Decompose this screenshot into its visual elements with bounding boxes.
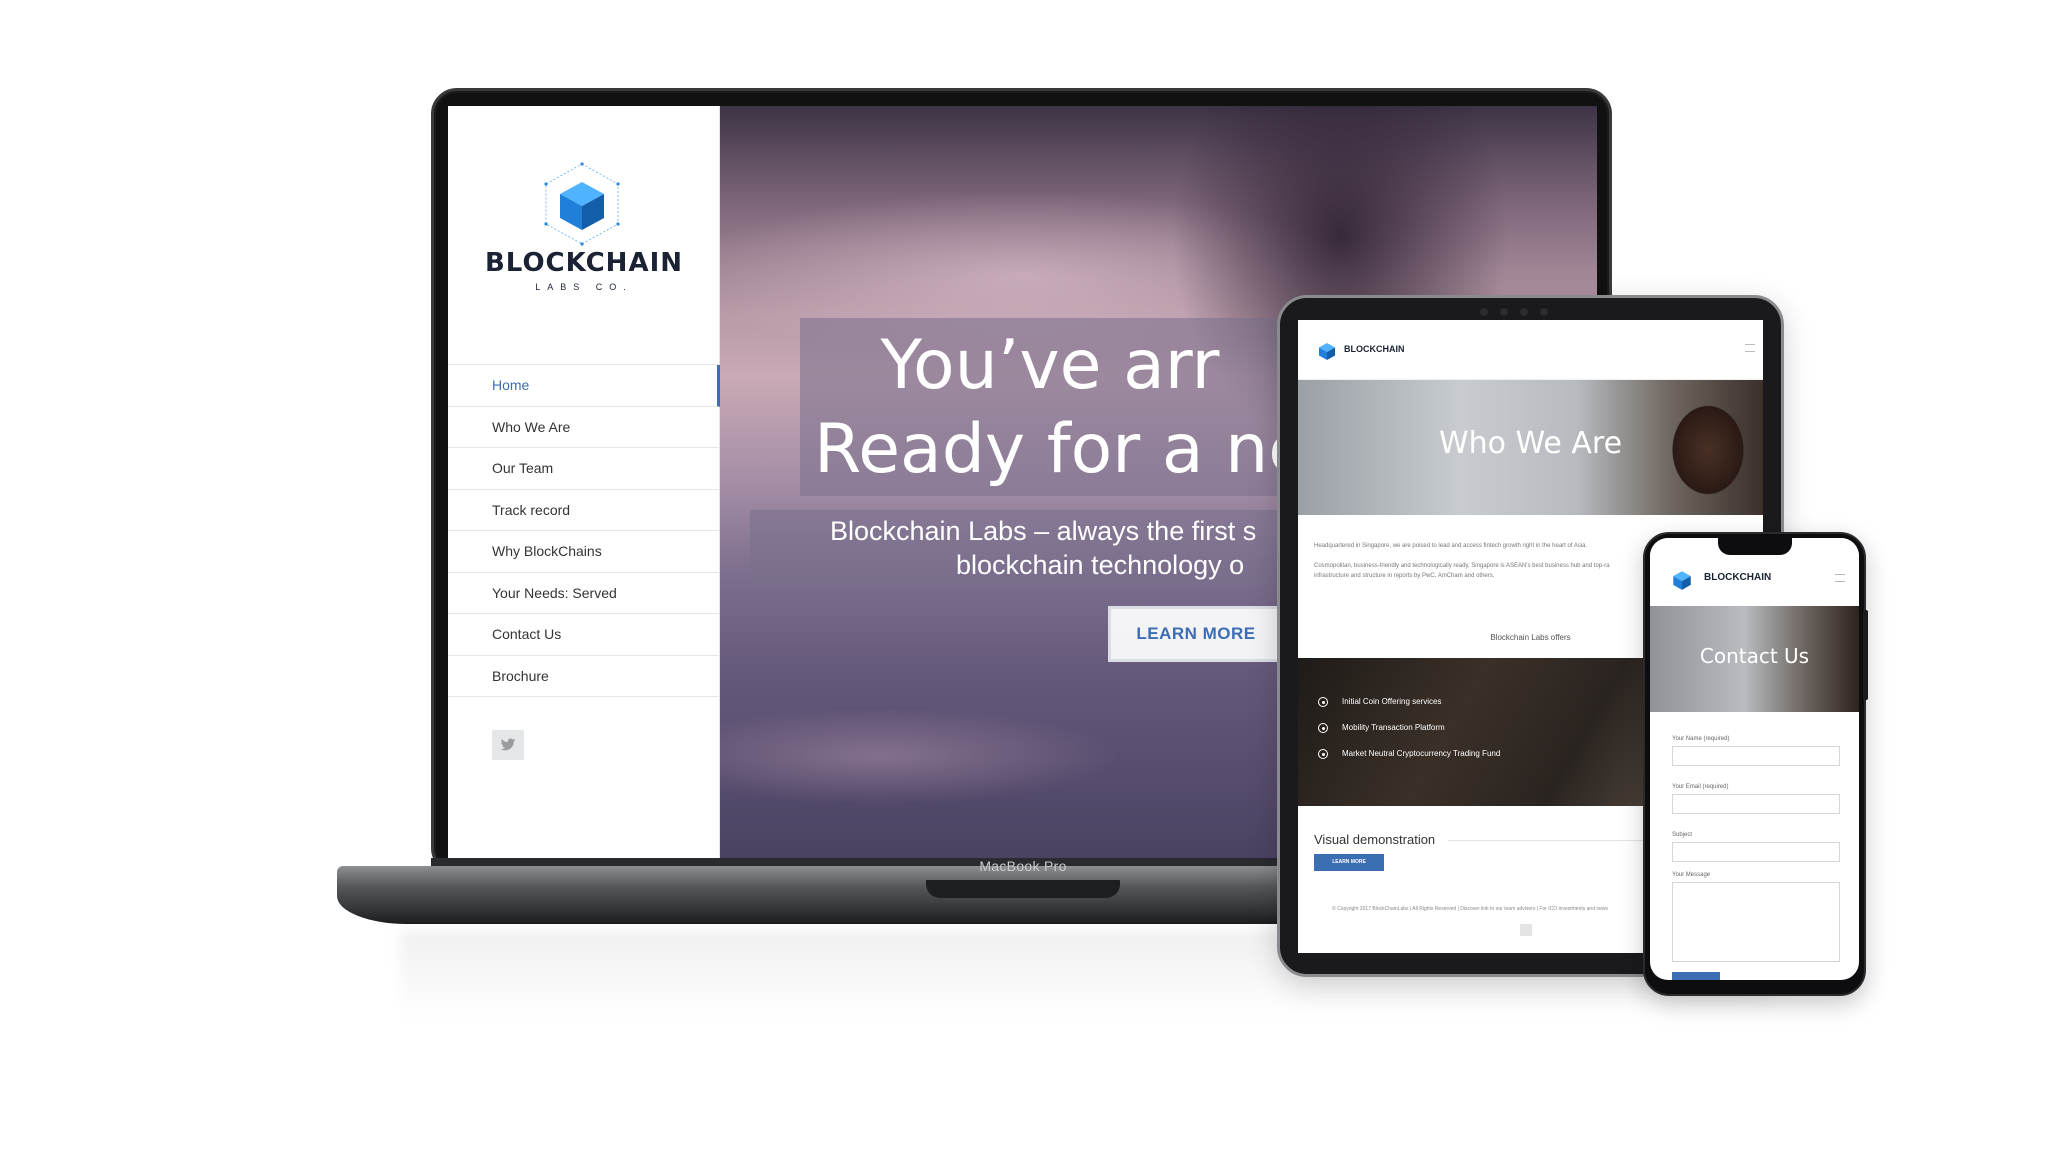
twitter-button[interactable]	[492, 730, 524, 760]
offer-label: Mobility Transaction Platform	[1342, 723, 1445, 732]
email-input[interactable]	[1672, 794, 1840, 814]
blockchain-logo-icon[interactable]	[1316, 340, 1338, 362]
phone-screen: BLOCKCHAIN Contact Us Your Name (require…	[1650, 538, 1859, 980]
nav-item-our-team[interactable]: Our Team	[448, 448, 720, 490]
subheadline-box: Blockchain Labs – always the first s blo…	[750, 510, 1310, 584]
tablet-hero: Who We Are	[1298, 380, 1763, 515]
visual-demo-heading: Visual demonstration	[1314, 832, 1436, 847]
headline-box: You’ve arr Ready for a ne	[800, 318, 1310, 496]
tablet-hero-title: Who We Are	[1438, 426, 1623, 461]
phone-logo-text: BLOCKCHAIN	[1704, 572, 1772, 583]
nav-item-your-needs[interactable]: Your Needs: Served	[448, 573, 720, 614]
laptop-trackpad-notch	[926, 880, 1120, 898]
subject-input[interactable]	[1672, 842, 1840, 862]
tablet-learn-more-button[interactable]: LEARN MORE	[1314, 854, 1384, 871]
nav-item-home[interactable]: Home	[448, 365, 720, 407]
nav-item-why-blockchains[interactable]: Why BlockChains	[448, 531, 720, 573]
tablet-header: BLOCKCHAIN	[1298, 320, 1763, 380]
nav-item-contact-us[interactable]: Contact Us	[448, 614, 720, 656]
check-circle-icon	[1318, 723, 1328, 733]
subject-label: Subject	[1672, 832, 1693, 838]
check-circle-icon	[1318, 697, 1328, 707]
logo-subtitle: LABS CO.	[535, 282, 633, 292]
blockchain-logo-icon[interactable]	[1670, 568, 1694, 592]
hamburger-menu-icon[interactable]	[1745, 344, 1755, 352]
offer-label: Market Neutral Cryptocurrency Trading Fu…	[1342, 749, 1501, 758]
send-button[interactable]	[1672, 972, 1720, 980]
logo-title: BLOCKCHAIN	[484, 248, 684, 278]
sidebar: BLOCKCHAIN LABS CO. Home Who We Are Our …	[448, 106, 720, 858]
tablet-logo-text: BLOCKCHAIN	[1344, 344, 1405, 354]
phone-hero: Contact Us	[1650, 606, 1859, 712]
offer-item: Mobility Transaction Platform	[1318, 720, 1445, 736]
hamburger-menu-icon[interactable]	[1835, 574, 1845, 582]
message-textarea[interactable]	[1672, 882, 1840, 962]
phone-notch	[1718, 537, 1792, 555]
check-circle-icon	[1318, 749, 1328, 759]
offer-item: Market Neutral Cryptocurrency Trading Fu…	[1318, 746, 1500, 762]
name-input[interactable]	[1672, 746, 1840, 766]
learn-more-button[interactable]: LEARN MORE	[1108, 606, 1284, 662]
hero-headline-line2: Ready for a ne	[814, 410, 1311, 489]
sidebar-nav: Home Who We Are Our Team Track record Wh…	[448, 364, 720, 697]
phone-side-button	[1863, 610, 1868, 700]
device-label: MacBook Pro	[979, 858, 1067, 874]
offer-label: Initial Coin Offering services	[1342, 697, 1442, 706]
nav-item-who-we-are[interactable]: Who We Are	[448, 407, 720, 448]
nav-item-track-record[interactable]: Track record	[448, 490, 720, 531]
hero-subline-1: Blockchain Labs – always the first s	[830, 516, 1257, 546]
email-label: Your Email (required)	[1672, 784, 1729, 790]
name-label: Your Name (required)	[1672, 736, 1730, 742]
hero-headline-line1: You’ve arr	[880, 326, 1220, 405]
blockchain-logo-icon[interactable]	[538, 160, 626, 248]
offer-item: Initial Coin Offering services	[1318, 694, 1441, 710]
nav-item-brochure[interactable]: Brochure	[448, 656, 720, 697]
twitter-icon[interactable]	[1520, 924, 1532, 936]
phone-hero-title: Contact Us	[1699, 644, 1810, 668]
hero-subline-2: blockchain technology o	[956, 550, 1245, 580]
message-label: Your Message	[1672, 872, 1711, 878]
tablet-camera	[1480, 303, 1590, 316]
twitter-icon	[500, 738, 516, 751]
